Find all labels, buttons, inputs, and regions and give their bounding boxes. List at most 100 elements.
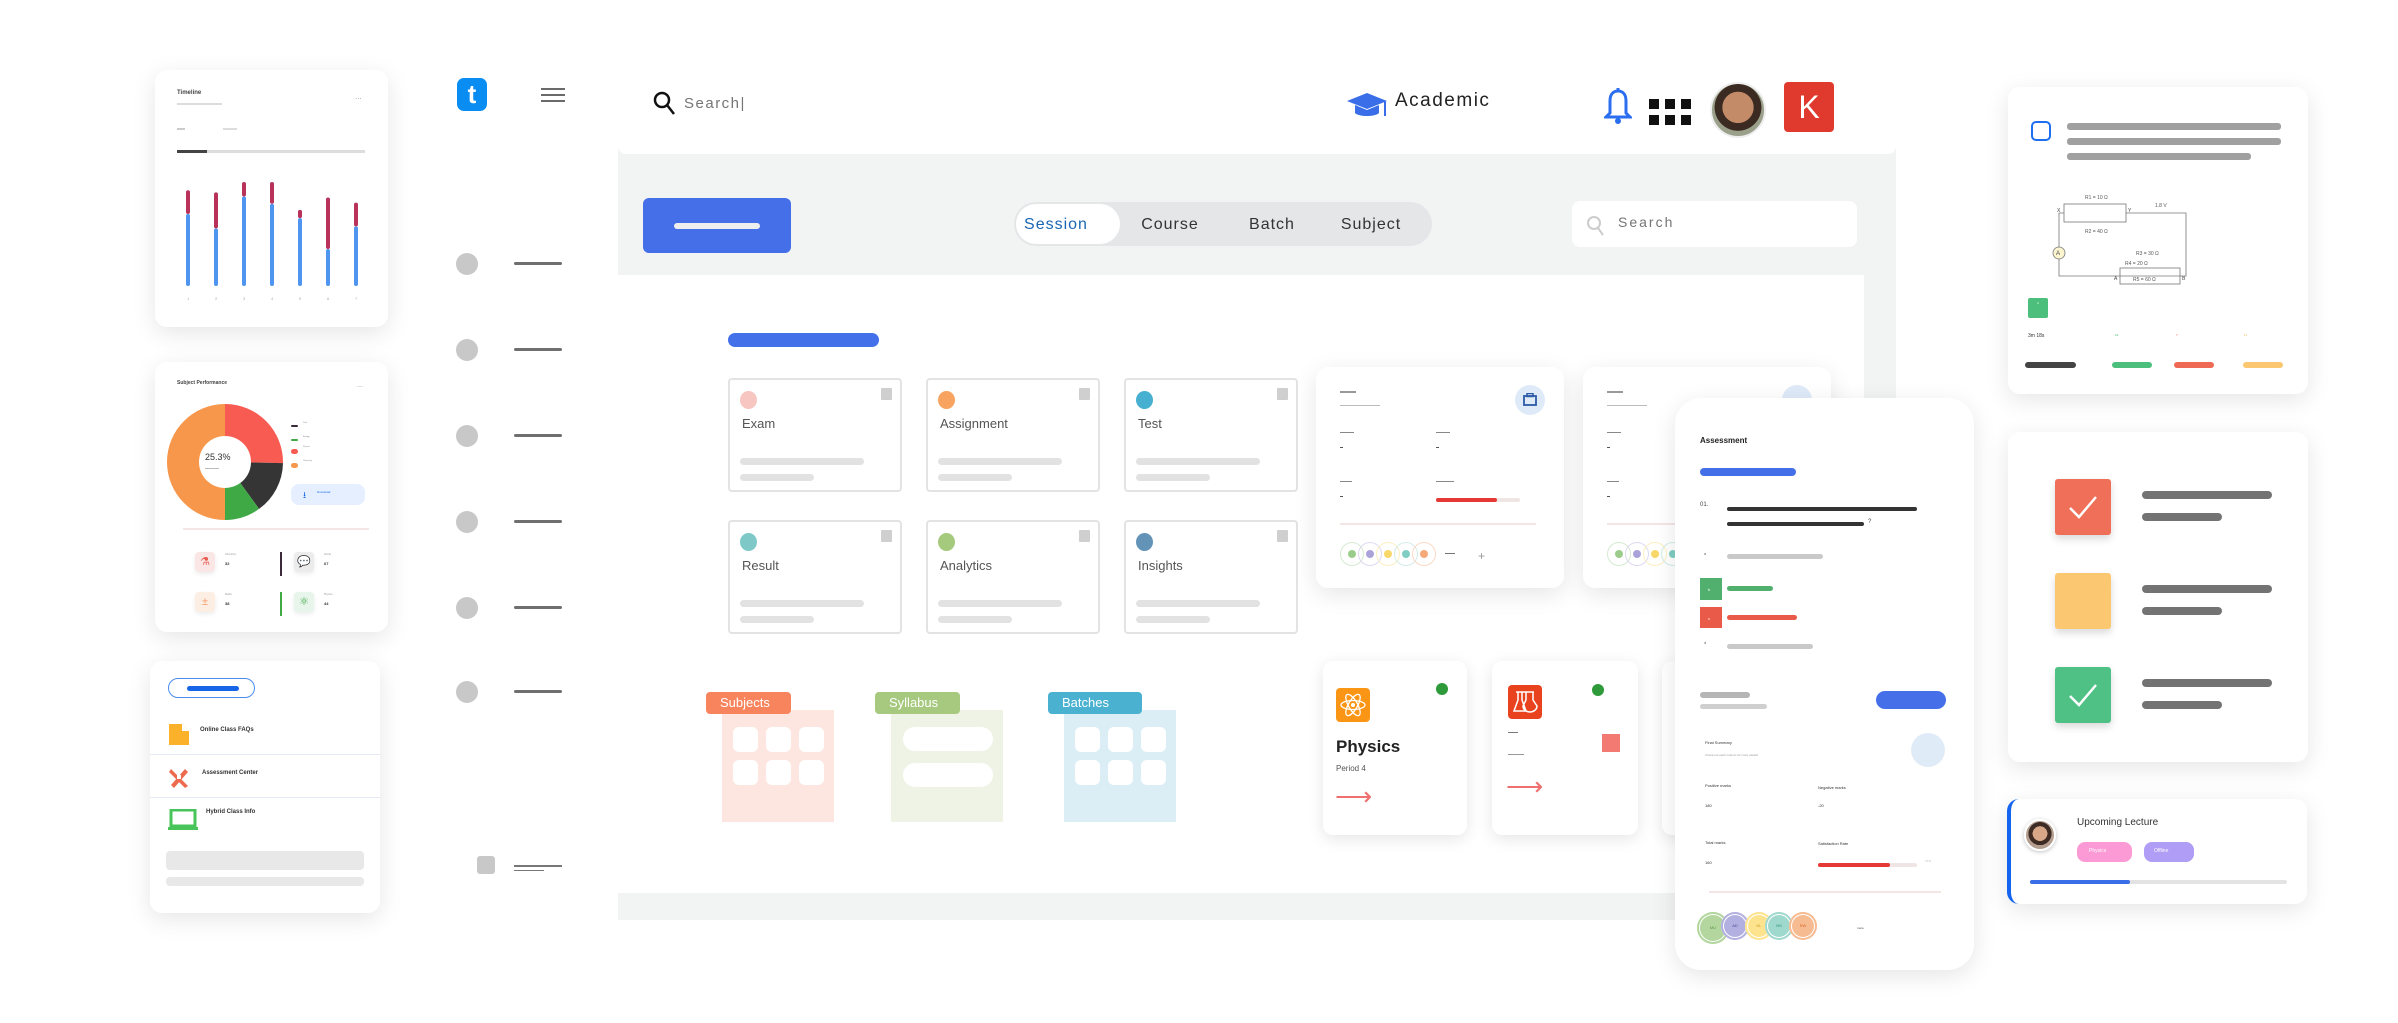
submit-button[interactable] [1876, 691, 1946, 709]
tile-checkbox[interactable] [1277, 388, 1288, 400]
bar-top-7[interactable] [354, 202, 358, 227]
class-detail-card[interactable]: + [1316, 367, 1564, 588]
bell-icon[interactable] [1604, 88, 1632, 126]
tab-course[interactable]: Course [1128, 205, 1212, 245]
account-badge[interactable]: K [1784, 82, 1834, 132]
module-tile-assignment[interactable]: Assignment [926, 378, 1100, 492]
sidebar-item-icon[interactable] [456, 597, 478, 619]
sidebar-footer-icon[interactable] [477, 856, 495, 874]
checklist-line [2142, 585, 2272, 593]
svg-text:B: B [2182, 276, 2186, 282]
donut-slice-chemistry[interactable] [167, 404, 225, 520]
atom-icon: ⚛ [294, 592, 314, 612]
donut-slice-physics[interactable] [225, 404, 283, 464]
module-tile-exam[interactable]: Exam [728, 378, 902, 492]
apps-grid-icon[interactable] [1649, 99, 1691, 125]
bar-top-2[interactable] [214, 192, 218, 229]
header-search-input[interactable] [684, 92, 884, 114]
briefcase-icon[interactable] [1515, 385, 1545, 415]
tile-checkbox[interactable] [881, 388, 892, 400]
module-tile-result[interactable]: Result [728, 520, 902, 634]
tag-offline[interactable]: Offline [2144, 842, 2194, 862]
tab-session[interactable]: Session [1016, 205, 1096, 245]
tab-subject[interactable]: Subject [1330, 205, 1412, 245]
arrow-right-icon[interactable]: ⟶ [1506, 773, 1543, 799]
user-avatar[interactable] [1710, 82, 1766, 138]
question-checkbox[interactable] [2031, 121, 2051, 141]
checklist-checkbox[interactable] [2055, 573, 2111, 629]
bar-base-4[interactable] [270, 203, 274, 286]
module-tile-analytics[interactable]: Analytics [926, 520, 1100, 634]
module-tile-insights[interactable]: Insights [1124, 520, 1298, 634]
tile-checkbox[interactable] [1079, 388, 1090, 400]
app-logo[interactable]: t [457, 78, 487, 111]
bar-top-1[interactable] [186, 190, 190, 214]
sidebar-item-icon[interactable] [456, 511, 478, 533]
checklist-checkbox[interactable] [2055, 667, 2111, 723]
content-search-input[interactable] [1618, 211, 1818, 233]
module-tile-test[interactable]: Test [1124, 378, 1298, 492]
tile-checkbox[interactable] [881, 530, 892, 542]
more-members[interactable] [1445, 553, 1455, 554]
upcoming-lecture-card[interactable]: Upcoming Lecture Physics Offline [2007, 799, 2307, 904]
sidebar-item-label[interactable] [514, 606, 562, 609]
bar-top-3[interactable] [242, 182, 246, 197]
link-item-assessment-center[interactable]: Assessment Center [150, 756, 380, 798]
hamburger-icon[interactable] [541, 88, 565, 102]
member-avatar[interactable] [1412, 542, 1436, 566]
link-item-hybrid-info[interactable]: Hybrid Class Info [150, 799, 380, 841]
primary-action-button[interactable] [643, 198, 791, 253]
download-button[interactable]: ⭳ Download [291, 484, 365, 505]
tile-checkbox[interactable] [1079, 530, 1090, 542]
link-item-online-faqs[interactable]: Online Class FAQs [150, 713, 380, 755]
tag-physics[interactable]: Physics [2077, 842, 2132, 862]
bar-top-5[interactable] [298, 209, 302, 219]
option-b-correct[interactable]: b [1700, 578, 1900, 600]
bar-base-5[interactable] [298, 218, 302, 286]
tile-placeholder [740, 616, 814, 623]
add-member-icon[interactable]: + [1478, 549, 1485, 563]
links-header-button[interactable] [168, 678, 255, 698]
checklist-checkbox[interactable] [2055, 479, 2111, 535]
option-d[interactable]: d [1700, 640, 1900, 656]
tab-batch[interactable]: Batch [1232, 205, 1312, 245]
sidebar-item-icon[interactable] [456, 425, 478, 447]
option-c-wrong[interactable]: c [1700, 607, 1900, 629]
option-a[interactable]: a [1700, 549, 1900, 565]
bar-base-7[interactable] [354, 226, 358, 286]
folder-tab[interactable]: Batches [1048, 692, 1142, 714]
folder-item [1108, 727, 1133, 752]
bar-base-6[interactable] [326, 248, 330, 286]
sidebar-item-label[interactable] [514, 690, 562, 693]
content-search[interactable] [1572, 201, 1857, 247]
subject-card-chemistry[interactable]: ⟶ [1492, 661, 1638, 835]
bar-base-3[interactable] [242, 196, 246, 286]
participant-avatar[interactable]: RW [1789, 912, 1817, 940]
sidebar-item-icon[interactable] [456, 681, 478, 703]
bar-base-1[interactable] [186, 214, 190, 286]
folder-tab[interactable]: Syllabus [875, 692, 960, 714]
sidebar-item-icon[interactable] [456, 253, 478, 275]
folder-syllabus[interactable] [891, 710, 1003, 822]
sidebar-item-label[interactable] [514, 262, 562, 265]
folder-subjects[interactable] [722, 710, 834, 822]
sidebar-item-label[interactable] [514, 520, 562, 523]
subject-card-physics[interactable]: Physics Period 4 ⟶ [1323, 661, 1467, 835]
arrow-right-icon[interactable]: ⟶ [1335, 783, 1372, 809]
bar-top-6[interactable] [326, 197, 330, 249]
search-icon[interactable] [652, 90, 676, 116]
stat-value: 67 [324, 561, 329, 566]
folder-tab[interactable]: Subjects [706, 692, 791, 714]
folder-batches[interactable] [1064, 710, 1176, 822]
answer-badge[interactable]: 2 [2028, 298, 2048, 318]
more-participants[interactable]: more [1857, 926, 1864, 930]
sidebar-item-label[interactable] [514, 348, 562, 351]
sidebar-item-label[interactable] [514, 434, 562, 437]
app-label[interactable]: Academic [1395, 90, 1490, 112]
tile-checkbox[interactable] [1277, 530, 1288, 542]
performance-menu[interactable]: ... [357, 382, 363, 389]
bar-base-2[interactable] [214, 228, 218, 286]
legend-label: Physics [303, 446, 310, 448]
sidebar-item-icon[interactable] [456, 339, 478, 361]
bar-top-4[interactable] [270, 182, 274, 204]
